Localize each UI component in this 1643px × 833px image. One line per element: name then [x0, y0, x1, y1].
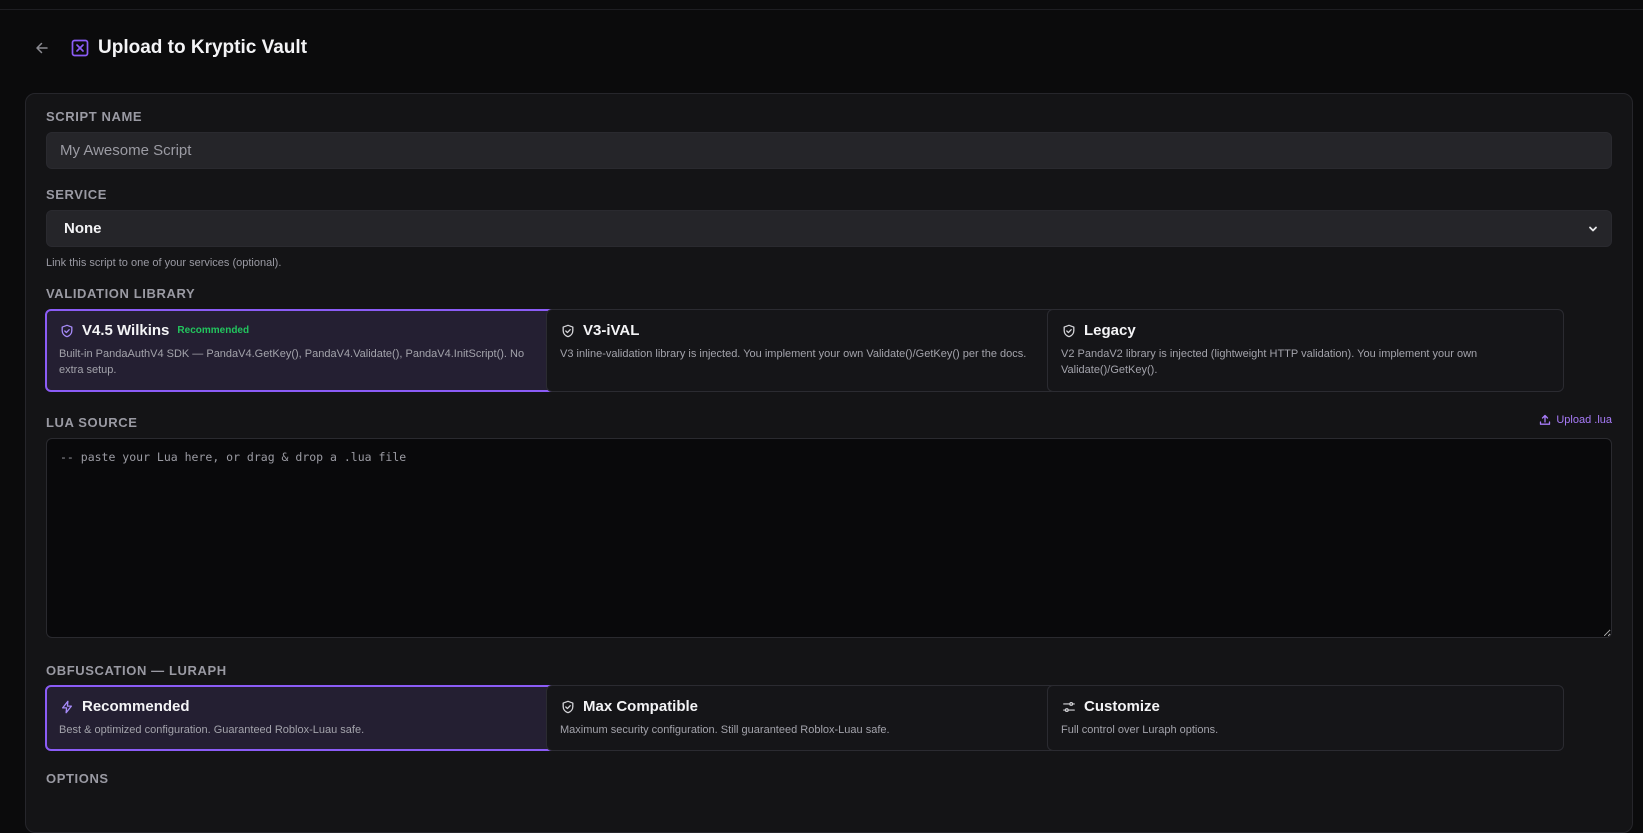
- option-title: Max Compatible: [583, 698, 699, 715]
- validation-library-label: VALIDATION LIBRARY: [46, 286, 196, 301]
- page-header: Upload to Kryptic Vault: [30, 36, 307, 60]
- validation-option-v3-ival[interactable]: V3-iVAL V3 inline-validation library is …: [546, 309, 1063, 392]
- lua-source-editor[interactable]: [46, 438, 1612, 638]
- shield-check-icon: [59, 323, 74, 338]
- lightning-icon: [59, 699, 74, 714]
- page-title: Upload to Kryptic Vault: [98, 37, 308, 58]
- option-description: V2 PandaV2 library is injected (lightwei…: [1061, 348, 1478, 376]
- option-description: Full control over Luraph options.: [1061, 724, 1219, 736]
- chevron-down-icon: [1589, 226, 1597, 231]
- obfuscation-option-customize[interactable]: Customize Full control over Luraph optio…: [1047, 685, 1564, 751]
- option-title: Legacy: [1084, 322, 1136, 339]
- option-description: V3 inline-validation library is injected…: [560, 348, 1027, 360]
- service-helper-text: Link this script to one of your services…: [46, 257, 282, 269]
- lua-source-label: LUA SOURCE: [46, 415, 138, 430]
- sliders-icon: [1061, 699, 1076, 714]
- upload-lua-button[interactable]: Upload .lua: [1539, 414, 1612, 426]
- obfuscation-option-recommended[interactable]: Recommended Best & optimized configurati…: [45, 685, 562, 751]
- vault-logo-icon: [70, 38, 90, 58]
- validation-option-v45-wilkins[interactable]: V4.5 Wilkins Recommended Built-in PandaA…: [45, 309, 562, 392]
- service-select[interactable]: None: [46, 210, 1612, 247]
- upload-icon: [1540, 414, 1551, 425]
- option-description: Built-in PandaAuthV4 SDK — PandaV4.GetKe…: [59, 348, 525, 376]
- service-label: SERVICE: [46, 187, 108, 202]
- obfuscation-label: OBFUSCATION — LURAPH: [46, 663, 227, 678]
- service-selected-value: None: [64, 220, 102, 237]
- option-description: Maximum security configuration. Still gu…: [560, 724, 890, 736]
- shield-check-icon: [560, 323, 575, 338]
- option-title: V3-iVAL: [583, 322, 640, 339]
- arrow-left-icon: [36, 42, 48, 54]
- shield-check-icon: [560, 699, 575, 714]
- option-title: Customize: [1084, 698, 1160, 715]
- script-name-label: SCRIPT NAME: [46, 109, 143, 124]
- options-label: OPTIONS: [46, 771, 109, 786]
- option-description: Best & optimized configuration. Guarante…: [59, 724, 365, 736]
- top-bar: [0, 0, 1643, 10]
- upload-form-card: SCRIPT NAME SERVICE None Link this scrip…: [25, 93, 1633, 833]
- validation-option-legacy[interactable]: Legacy V2 PandaV2 library is injected (l…: [1047, 309, 1564, 392]
- option-title: Recommended: [82, 698, 190, 715]
- shield-check-icon: [1061, 323, 1076, 338]
- script-name-input[interactable]: [46, 132, 1612, 169]
- back-button[interactable]: [30, 36, 54, 60]
- recommended-badge: Recommended: [177, 325, 250, 336]
- obfuscation-option-max-compatible[interactable]: Max Compatible Maximum security configur…: [546, 685, 1063, 751]
- option-title: V4.5 Wilkins: [82, 322, 170, 339]
- upload-lua-label: Upload .lua: [1556, 414, 1612, 426]
